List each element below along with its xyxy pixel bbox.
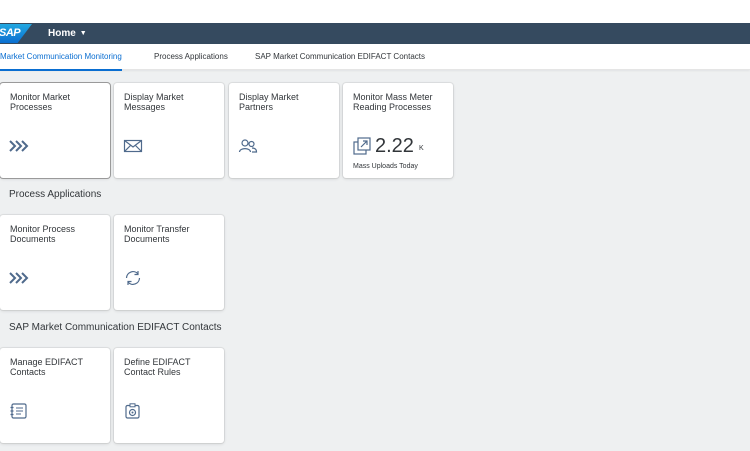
- home-menu-button[interactable]: Home ▼: [48, 23, 87, 44]
- caret-down-icon: ▼: [79, 30, 87, 37]
- address-book-icon: [10, 403, 27, 419]
- sap-logo[interactable]: SAP: [0, 24, 32, 43]
- tile-title: Monitor Market Processes: [10, 92, 71, 112]
- anchor-process-applications[interactable]: Process Applications: [154, 44, 228, 70]
- anchor-market-communication-monitoring[interactable]: Market Communication Monitoring: [0, 44, 122, 71]
- browser-top-strip: [0, 0, 750, 23]
- tile-monitor-market-processes[interactable]: Monitor Market Processes: [0, 83, 110, 178]
- kpi-unit: K: [418, 145, 424, 152]
- upload-launch-icon: [353, 137, 371, 155]
- process-arrows-icon: [9, 272, 29, 284]
- tile-title: Define EDIFACT Contact Rules: [124, 357, 191, 377]
- contact-rule-icon: [125, 403, 140, 419]
- tile-display-market-partners[interactable]: Display Market Partners: [229, 83, 339, 178]
- shell-bar: SAP Home ▼: [0, 23, 750, 44]
- home-label: Home: [48, 28, 76, 39]
- tile-footer: Mass Uploads Today: [353, 163, 418, 170]
- tile-title: Monitor Process Documents: [10, 224, 76, 244]
- tile-title: Monitor Transfer Documents: [124, 224, 190, 244]
- tile-title: Manage EDIFACT Contacts: [10, 357, 83, 377]
- anchor-bar: Market Communication Monitoring Process …: [0, 44, 750, 71]
- kpi-row: 2.22 K: [353, 134, 424, 156]
- tile-title: Display Market Messages: [124, 92, 184, 112]
- process-arrows-icon: [9, 140, 29, 152]
- anchor-edifact-contacts[interactable]: SAP Market Communication EDIFACT Contact…: [255, 44, 425, 70]
- tile-define-edifact-contact-rules[interactable]: Define EDIFACT Contact Rules: [114, 348, 224, 443]
- section-title-process-applications: Process Applications: [9, 189, 102, 200]
- tile-monitor-mass-meter-reading[interactable]: Monitor Mass Meter Reading Processes 2.2…: [343, 83, 453, 178]
- tile-monitor-process-documents[interactable]: Monitor Process Documents: [0, 215, 110, 310]
- group-icon: [238, 139, 258, 153]
- section-title-edifact-contacts: SAP Market Communication EDIFACT Contact…: [9, 322, 222, 333]
- tile-manage-edifact-contacts[interactable]: Manage EDIFACT Contacts: [0, 348, 110, 443]
- tile-title: Monitor Mass Meter Reading Processes: [353, 92, 433, 112]
- kpi-value: 2.22: [375, 135, 414, 157]
- tile-display-market-messages[interactable]: Display Market Messages: [114, 83, 224, 178]
- tile-title: Display Market Partners: [239, 92, 299, 112]
- envelope-icon: [123, 139, 143, 153]
- tile-monitor-transfer-documents[interactable]: Monitor Transfer Documents: [114, 215, 224, 310]
- refresh-icon: [125, 271, 141, 285]
